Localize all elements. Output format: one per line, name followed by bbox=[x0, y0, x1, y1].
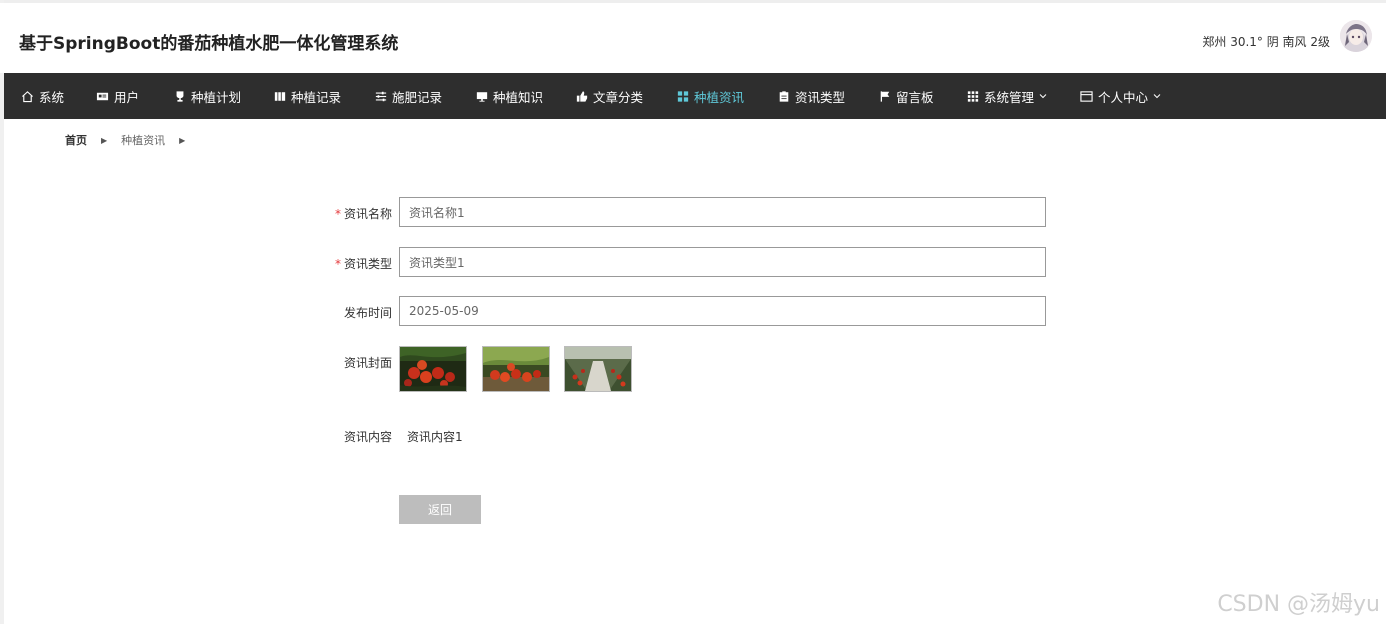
nav-item-label: 种植计划 bbox=[191, 89, 242, 105]
nav-item-label: 种植知识 bbox=[493, 89, 544, 105]
news-type-input[interactable] bbox=[400, 248, 1029, 276]
nav-item-fertilize[interactable]: 施肥记录 bbox=[375, 73, 442, 119]
news-name-field[interactable] bbox=[399, 197, 1046, 227]
nav-item-personal-center[interactable]: 个人中心 bbox=[1080, 73, 1166, 119]
news-type-label: * 资讯类型 bbox=[300, 255, 392, 272]
sliders-icon bbox=[375, 91, 387, 101]
nav-item-category[interactable]: 文章分类 bbox=[576, 73, 643, 119]
home-icon bbox=[22, 90, 33, 102]
nav-item-plan[interactable]: 种植计划 bbox=[174, 73, 241, 119]
nav-item-user[interactable]: 用户 bbox=[96, 73, 139, 119]
greenhouse-photo-icon bbox=[565, 347, 631, 391]
nav-item-message-board[interactable]: 留言板 bbox=[879, 73, 934, 119]
chevron-down-icon bbox=[1039, 94, 1047, 99]
nav-item-label: 资讯类型 bbox=[795, 89, 846, 105]
nav-item-label: 系统管理 bbox=[984, 89, 1035, 105]
publish-time-label: 发布时间 bbox=[343, 306, 392, 320]
publish-time-field[interactable] bbox=[399, 296, 1046, 326]
trophy-icon bbox=[176, 90, 184, 102]
breadcrumb-current[interactable]: 种植资讯 bbox=[121, 132, 165, 148]
nav-item-label: 系统 bbox=[39, 89, 65, 105]
monitor-icon bbox=[476, 91, 488, 102]
clipboard-icon bbox=[779, 90, 789, 102]
publish-time-input[interactable] bbox=[400, 297, 1029, 325]
book-icon bbox=[274, 91, 286, 101]
news-name-label: * 资讯名称 bbox=[300, 205, 392, 222]
cover-image-2[interactable] bbox=[482, 346, 550, 392]
breadcrumb: 首页 ▶ 种植资讯 ▶ bbox=[65, 132, 199, 148]
nav-item-label: 种植记录 bbox=[291, 89, 342, 105]
nav-item-system[interactable]: 系统 bbox=[21, 73, 64, 119]
header: 基于SpringBoot的番茄种植水肥一体化管理系统 郑州 30.1° 阴 南风… bbox=[0, 3, 1386, 73]
user-card-icon bbox=[96, 92, 109, 100]
nav-item-knowledge[interactable]: 种植知识 bbox=[476, 73, 543, 119]
cover-image-1[interactable] bbox=[399, 346, 467, 392]
nav-item-label: 施肥记录 bbox=[392, 89, 443, 105]
news-name-label-text: 资讯名称 bbox=[343, 207, 392, 221]
flag-icon bbox=[880, 90, 890, 102]
news-cover-label: 资讯封面 bbox=[343, 356, 392, 370]
news-type-label-text: 资讯类型 bbox=[343, 257, 392, 271]
tomato-photo-icon bbox=[400, 347, 466, 391]
nav-item-label: 种植资讯 bbox=[694, 89, 745, 105]
nav-item-news[interactable]: 种植资讯 bbox=[677, 73, 744, 119]
thumb-up-icon bbox=[576, 90, 588, 102]
news-name-input[interactable] bbox=[400, 198, 1029, 226]
breadcrumb-home[interactable]: 首页 bbox=[65, 132, 87, 148]
chevron-down-icon bbox=[1153, 94, 1161, 99]
avatar-icon bbox=[1340, 20, 1372, 52]
nav-item-news-type[interactable]: 资讯类型 bbox=[778, 73, 845, 119]
nav-item-system-management[interactable]: 系统管理 bbox=[967, 73, 1052, 119]
back-button[interactable]: 返回 bbox=[399, 495, 481, 524]
nav-item-label: 留言板 bbox=[896, 89, 934, 105]
grid-icon bbox=[677, 90, 689, 102]
nav-item-record[interactable]: 种植记录 bbox=[274, 73, 341, 119]
window-icon bbox=[1080, 90, 1093, 102]
caret-right-icon: ▶ bbox=[101, 135, 108, 145]
apps-grid-icon bbox=[967, 90, 979, 102]
tomato-photo-icon bbox=[483, 347, 549, 391]
cover-image-3[interactable] bbox=[564, 346, 632, 392]
news-content-label: 资讯内容 bbox=[343, 430, 392, 444]
nav-item-label: 文章分类 bbox=[593, 89, 644, 105]
news-type-field[interactable] bbox=[399, 247, 1046, 277]
nav-item-label: 用户 bbox=[114, 89, 140, 105]
caret-right-icon: ▶ bbox=[179, 135, 186, 145]
watermark: CSDN @汤姆yu bbox=[1217, 592, 1380, 617]
main-nav: 系统 用户 种植计划 种植记录 施肥记录 种植知识 文章分类 种植资讯 资讯类型… bbox=[4, 73, 1386, 119]
nav-item-label: 个人中心 bbox=[1098, 89, 1149, 105]
required-mark: * bbox=[334, 257, 341, 271]
weather-info: 郑州 30.1° 阴 南风 2级 bbox=[1202, 35, 1330, 49]
required-mark: * bbox=[334, 207, 341, 221]
news-content-value: 资讯内容1 bbox=[407, 430, 463, 444]
avatar[interactable] bbox=[1340, 20, 1372, 52]
site-title: 基于SpringBoot的番茄种植水肥一体化管理系统 bbox=[19, 34, 399, 54]
